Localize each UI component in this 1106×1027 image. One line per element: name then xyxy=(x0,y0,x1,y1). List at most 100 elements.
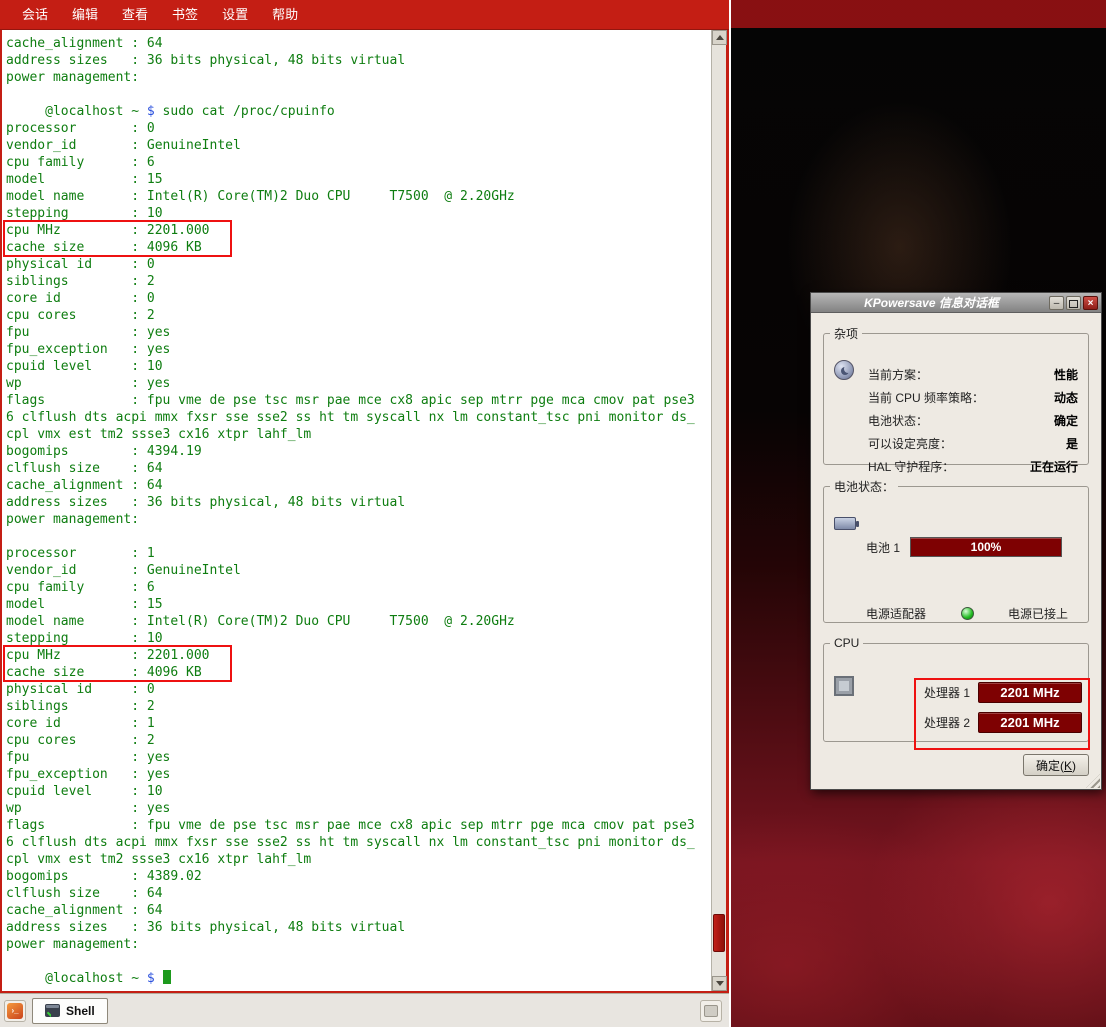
terminal-output: cache_alignment : 64address sizes : 36 b… xyxy=(2,30,711,991)
session-list-button[interactable] xyxy=(700,1000,722,1022)
terminal-line: cpu cores : 2 xyxy=(6,732,711,749)
menu-edit[interactable]: 编辑 xyxy=(60,0,110,30)
scroll-up-button[interactable] xyxy=(712,30,727,45)
redacted-username xyxy=(6,104,45,119)
ok-button[interactable]: 确定(K) xyxy=(1023,754,1089,776)
terminal-cursor xyxy=(163,970,171,984)
info-value: 确定 xyxy=(1054,410,1078,433)
terminal-line: fpu : yes xyxy=(6,324,711,341)
terminal-line: cpu cores : 2 xyxy=(6,307,711,324)
info-label: 当前方案： xyxy=(868,364,928,387)
terminal-line: address sizes : 36 bits physical, 48 bit… xyxy=(6,919,711,936)
tab-bar: Shell xyxy=(0,993,729,1027)
terminal-line: flags : fpu vme de pse tsc msr pae mce c… xyxy=(6,392,711,409)
info-label: 电池状态： xyxy=(868,410,928,433)
new-session-button[interactable] xyxy=(4,1000,26,1022)
dialog-footer: 确定(K) xyxy=(823,754,1089,776)
terminal-line xyxy=(6,86,711,103)
misc-group: 杂项 当前方案：性能当前 CPU 频率策略：动态电池状态：确定可以设定亮度：是H… xyxy=(823,325,1089,465)
terminal-line: wp : yes xyxy=(6,800,711,817)
new-session-icon xyxy=(7,1003,23,1019)
info-label: HAL 守护程序： xyxy=(868,456,954,479)
processor-label: 处理器 1 xyxy=(924,684,970,701)
terminal-line: model : 15 xyxy=(6,596,711,613)
terminal-line: cpu MHz : 2201.000 xyxy=(6,647,711,664)
processor-row: 处理器 22201 MHz xyxy=(924,712,1082,733)
cpu-rows: 处理器 1 2201 MHz 处理器 22201 MHz xyxy=(924,682,1082,742)
terminal-line: cpuid level : 10 xyxy=(6,783,711,800)
terminal-scrollbar[interactable] xyxy=(711,30,726,991)
battery-percent: 100% xyxy=(971,540,1002,554)
menu-settings[interactable]: 设置 xyxy=(210,0,260,30)
terminal-line: cache_alignment : 64 xyxy=(6,902,711,919)
command-text: sudo cat /proc/cpuinfo xyxy=(163,104,335,119)
battery-group-legend: 电池状态： xyxy=(830,478,898,495)
info-value: 正在运行 xyxy=(1030,456,1078,479)
terminal-line: siblings : 2 xyxy=(6,273,711,290)
screen: 会话编辑查看书签设置帮助 cache_alignment : 64address… xyxy=(0,0,1106,1027)
info-row: 电池状态： 确定 xyxy=(868,410,1078,433)
power-led-icon xyxy=(961,607,974,620)
terminal-line: stepping : 10 xyxy=(6,630,711,647)
scrollbar-track[interactable] xyxy=(712,45,727,976)
cpu-group-legend: CPU xyxy=(830,636,863,650)
kpowersave-dialog: KPowersave 信息对话框 – × 杂项 当前方案：性能当前 CPU 频率… xyxy=(810,292,1102,790)
terminal-line: cpuid level : 10 xyxy=(6,358,711,375)
processor-speed-badge: 2201 MHz xyxy=(978,682,1082,703)
terminal-line: power management: xyxy=(6,69,711,86)
menu-help[interactable]: 帮助 xyxy=(260,0,310,30)
battery-group: 电池状态： 电池 1 100% 电源适配器 电源已接上 xyxy=(823,478,1089,623)
terminal-line: core id : 0 xyxy=(6,290,711,307)
resize-grip[interactable] xyxy=(1086,774,1100,788)
kpowersave-icon xyxy=(834,360,854,380)
terminal-line: physical id : 0 xyxy=(6,681,711,698)
arrow-up-icon xyxy=(716,35,724,40)
maximize-button[interactable] xyxy=(1066,296,1081,310)
menu-session[interactable]: 会话 xyxy=(10,0,60,30)
terminal-line: model name : Intel(R) Core(TM)2 Duo CPU … xyxy=(6,188,711,205)
info-row: 当前 CPU 频率策略：动态 xyxy=(868,387,1078,410)
prompt-host: @localhost ~ xyxy=(45,971,147,986)
terminal-line: cache_alignment : 64 xyxy=(6,35,711,52)
session-list-icon xyxy=(704,1005,718,1017)
menu-bar: 会话编辑查看书签设置帮助 xyxy=(0,0,729,30)
scrollbar-thumb[interactable] xyxy=(713,914,725,952)
terminal-line: vendor_id : GenuineIntel xyxy=(6,137,711,154)
terminal-line: bogomips : 4389.02 xyxy=(6,868,711,885)
terminal-line: fpu_exception : yes xyxy=(6,341,711,358)
terminal[interactable]: cache_alignment : 64address sizes : 36 b… xyxy=(0,30,729,993)
cpu-group: CPU 处理器 1 2201 MHz 处理器 22201 MHz xyxy=(823,636,1089,742)
battery-label: 电池 1 xyxy=(866,539,900,556)
terminal-line: 6 clflush dts acpi mmx fxsr sse sse2 ss … xyxy=(6,834,711,851)
info-row: 可以设定亮度：是 xyxy=(868,433,1078,456)
arrow-down-icon xyxy=(716,981,724,986)
tab-shell[interactable]: Shell xyxy=(32,998,108,1024)
battery-icon xyxy=(834,517,856,530)
terminal-icon xyxy=(45,1004,60,1017)
terminal-line: address sizes : 36 bits physical, 48 bit… xyxy=(6,494,711,511)
terminal-line xyxy=(6,528,711,545)
terminal-line: processor : 1 xyxy=(6,545,711,562)
terminal-line: physical id : 0 xyxy=(6,256,711,273)
terminal-line: fpu : yes xyxy=(6,749,711,766)
scroll-down-button[interactable] xyxy=(712,976,727,991)
dialog-title: KPowersave 信息对话框 xyxy=(814,294,1049,311)
terminal-line: siblings : 2 xyxy=(6,698,711,715)
terminal-line: vendor_id : GenuineIntel xyxy=(6,562,711,579)
dialog-titlebar[interactable]: KPowersave 信息对话框 – × xyxy=(811,293,1101,313)
terminal-line: cpu MHz : 2201.000 xyxy=(6,222,711,239)
close-button[interactable]: × xyxy=(1083,296,1098,310)
minimize-button[interactable]: – xyxy=(1049,296,1064,310)
menu-view[interactable]: 查看 xyxy=(110,0,160,30)
terminal-line: stepping : 10 xyxy=(6,205,711,222)
cpu-icon xyxy=(834,676,854,696)
menu-bookmarks[interactable]: 书签 xyxy=(160,0,210,30)
tab-label: Shell xyxy=(66,1004,95,1018)
terminal-line: power management: xyxy=(6,936,711,953)
terminal-line: 6 clflush dts acpi mmx fxsr sse sse2 ss … xyxy=(6,409,711,426)
titlebar-buttons: – × xyxy=(1049,296,1098,310)
info-value: 是 xyxy=(1066,433,1078,456)
prompt-dollar: $ xyxy=(147,971,163,986)
adapter-row: 电源适配器 电源已接上 xyxy=(866,605,1068,622)
terminal-line: core id : 1 xyxy=(6,715,711,732)
